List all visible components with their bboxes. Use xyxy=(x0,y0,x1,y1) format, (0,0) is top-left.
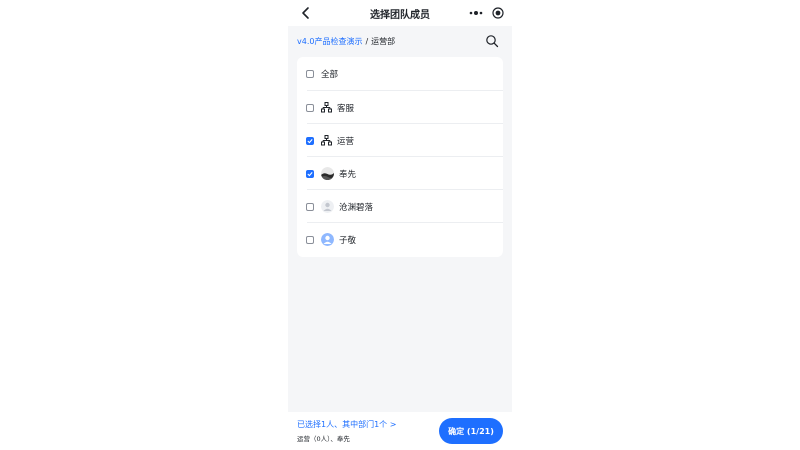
org-chart-icon xyxy=(321,102,332,113)
selection-summary-link[interactable]: 已选择1人、其中部门1个 > xyxy=(297,419,396,430)
list-item-member[interactable]: 子敬 xyxy=(297,223,503,256)
breadcrumb: v4.0产品检查演示 / 运营部 xyxy=(297,36,395,47)
list-item-department[interactable]: 运营 xyxy=(297,124,503,157)
breadcrumb-current: 运营部 xyxy=(371,37,396,46)
checkbox[interactable] xyxy=(306,103,314,112)
list-item-label: 运营 xyxy=(337,136,355,147)
nav-bar: 选择团队成员 xyxy=(288,0,512,26)
confirm-button[interactable]: 确定 (1/21) xyxy=(439,418,503,444)
search-icon[interactable] xyxy=(485,34,499,48)
list-item-department[interactable]: 客服 xyxy=(297,91,503,124)
more-dots-icon[interactable] xyxy=(468,6,484,20)
checkbox[interactable] xyxy=(306,202,314,211)
checkbox[interactable] xyxy=(306,235,314,244)
checkmark-icon xyxy=(307,138,313,143)
list-item-label: 全部 xyxy=(321,69,339,80)
list-item-label: 客服 xyxy=(337,103,355,114)
checkbox-checked[interactable] xyxy=(306,169,314,178)
avatar-blue xyxy=(321,233,334,246)
target-icon[interactable] xyxy=(492,7,504,19)
phone-screen: 选择团队成员 v4.0产品检查演示 / 运营部 全部 客服 运营 奉先 沧渊碧落… xyxy=(288,0,512,450)
checkmark-icon xyxy=(307,171,313,176)
list-item-label: 沧渊碧落 xyxy=(339,202,374,213)
list-item-member[interactable]: 奉先 xyxy=(297,157,503,190)
avatar-photo xyxy=(321,167,334,180)
checkbox-checked[interactable] xyxy=(306,136,314,145)
org-chart-icon xyxy=(321,135,332,146)
list-item-all[interactable]: 全部 xyxy=(297,57,503,90)
breadcrumb-parent-link[interactable]: v4.0产品检查演示 xyxy=(297,37,362,46)
breadcrumb-separator: / xyxy=(365,37,369,46)
list-item-label: 奉先 xyxy=(339,169,357,180)
avatar-default xyxy=(321,200,334,213)
list-item-label: 子敬 xyxy=(339,235,357,246)
bottom-bar: 已选择1人、其中部门1个 > 运营（0人）、奉先 确定 (1/21) xyxy=(288,412,512,450)
selection-detail: 运营（0人）、奉先 xyxy=(297,435,350,443)
member-list: 全部 客服 运营 奉先 沧渊碧落 子敬 xyxy=(297,57,503,257)
checkbox[interactable] xyxy=(306,69,314,78)
list-item-member[interactable]: 沧渊碧落 xyxy=(297,190,503,223)
